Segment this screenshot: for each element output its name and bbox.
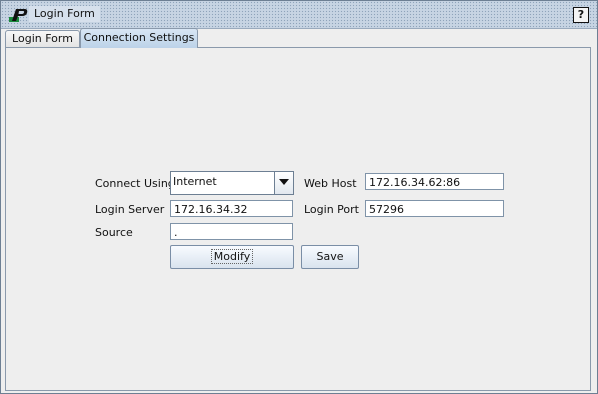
source-label: Source — [95, 226, 133, 239]
connect-using-label: Connect Using — [95, 177, 175, 190]
connect-using-value: Internet — [173, 175, 217, 188]
help-button[interactable]: ? — [573, 7, 589, 23]
window-title: Login Form — [29, 6, 100, 22]
title-bar[interactable]: Login Form ? — [1, 1, 597, 29]
web-host-label: Web Host — [304, 177, 357, 190]
connect-using-dropdown[interactable]: Internet — [170, 171, 294, 195]
login-server-field[interactable]: 172.16.34.32 — [170, 200, 293, 217]
chevron-down-icon — [279, 179, 289, 185]
dropdown-arrow[interactable] — [274, 172, 293, 194]
app-logo-icon — [9, 7, 29, 23]
login-port-label: Login Port — [304, 203, 359, 216]
modify-button-label: Modify — [210, 249, 254, 264]
save-button[interactable]: Save — [301, 245, 359, 269]
tab-login-form[interactable]: Login Form — [5, 30, 80, 47]
tab-connection-settings[interactable]: Connection Settings — [80, 28, 198, 48]
web-host-field[interactable]: 172.16.34.62:86 — [365, 173, 504, 190]
login-port-field[interactable]: 57296 — [365, 200, 504, 217]
login-form-window: Login Form ? Login Form Connection Setti… — [0, 0, 598, 394]
connection-settings-panel: Connect Using Internet Web Host 172.16.3… — [5, 47, 591, 391]
login-server-label: Login Server — [95, 203, 165, 216]
modify-button[interactable]: Modify — [170, 245, 294, 269]
source-field[interactable]: . — [170, 223, 293, 240]
